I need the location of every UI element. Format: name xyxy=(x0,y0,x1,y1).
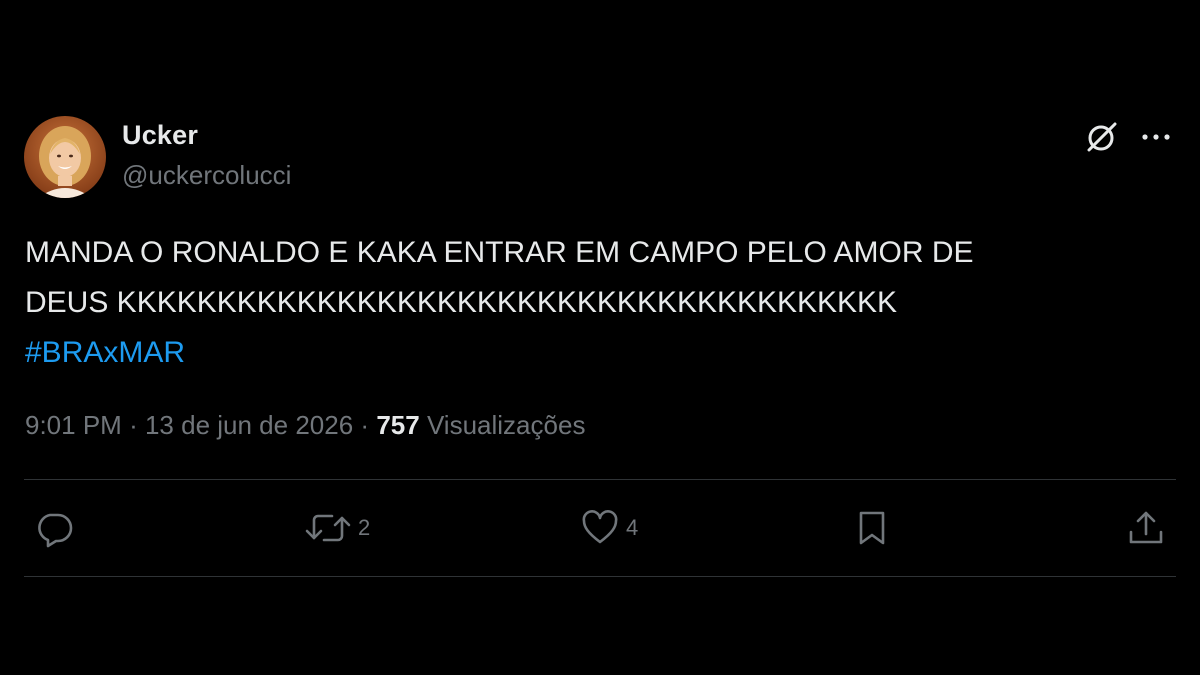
retweet-icon xyxy=(305,514,351,542)
reply-button[interactable] xyxy=(34,505,80,551)
tweet-meta: 9:01 PM · 13 de jun de 2026 · 757 Visual… xyxy=(25,405,585,445)
display-name[interactable]: Ucker xyxy=(122,120,198,151)
avatar-image xyxy=(24,116,106,198)
hashtag-link[interactable]: #BRAxMAR xyxy=(25,328,185,378)
share-icon xyxy=(1129,511,1163,544)
retweet-count: 2 xyxy=(358,515,371,540)
meta-separator: · xyxy=(360,410,370,440)
meta-separator: · xyxy=(129,410,138,440)
retweet-button[interactable]: 2 xyxy=(304,505,370,551)
tweet-text: MANDA O RONALDO E KAKA ENTRAR EM CAMPO P… xyxy=(25,236,974,319)
views-label: Visualizações xyxy=(426,410,586,440)
more-horizontal-icon[interactable] xyxy=(1138,121,1174,153)
share-button[interactable] xyxy=(1126,505,1166,551)
handle[interactable]: @uckercolucci xyxy=(122,160,291,191)
heart-icon xyxy=(582,510,618,544)
bookmark-icon xyxy=(859,511,885,545)
reply-icon xyxy=(38,513,73,548)
tweet-date[interactable]: 13 de jun de 2026 xyxy=(145,410,353,440)
tweet-time[interactable]: 9:01 PM xyxy=(25,410,122,440)
divider xyxy=(24,479,1176,480)
grok-icon[interactable] xyxy=(1082,119,1120,157)
bookmark-button[interactable] xyxy=(852,505,892,551)
avatar[interactable] xyxy=(24,116,106,198)
like-count: 4 xyxy=(626,515,639,540)
views-count: 757 xyxy=(376,410,420,440)
like-button[interactable]: 4 xyxy=(580,505,638,551)
divider xyxy=(24,576,1176,577)
tweet-card: Ucker @uckercolucci MANDA O RONALDO E KA… xyxy=(0,0,1200,675)
